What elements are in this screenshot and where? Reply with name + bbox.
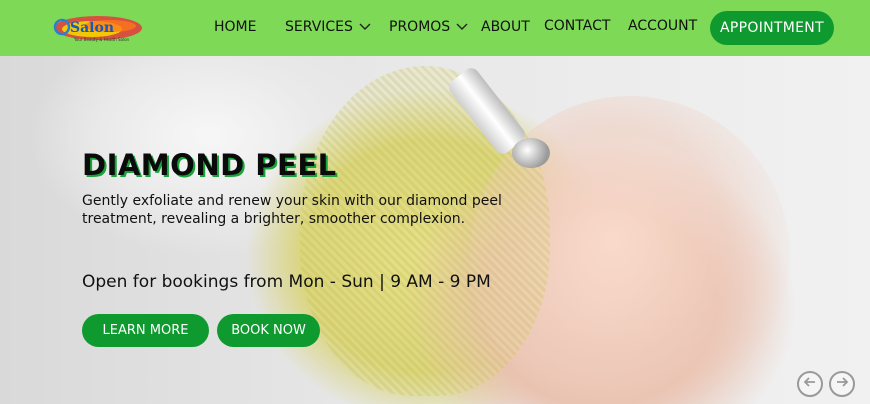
carousel-next-button[interactable]: [829, 371, 855, 397]
nav-contact[interactable]: CONTACT: [544, 18, 610, 34]
nav-home-label: HOME: [214, 19, 257, 35]
nav-account-label: ACCOUNT: [628, 18, 698, 34]
salon-logo[interactable]: Salon Your Beauty & Health Salon: [52, 12, 144, 46]
logo-tagline: Your Beauty & Health Salon: [73, 37, 130, 42]
carousel-prev-button[interactable]: [797, 371, 823, 397]
top-navbar: Salon Your Beauty & Health Salon HOME SE…: [0, 0, 870, 56]
arrow-left-icon: [803, 375, 817, 393]
logo-text: Salon: [70, 20, 114, 36]
nav-promos-label: PROMOS: [389, 19, 451, 35]
nav-home[interactable]: HOME: [214, 19, 256, 35]
chevron-down-icon: [359, 19, 371, 35]
nav-about[interactable]: ABOUT: [481, 19, 530, 35]
hero-title: DIAMOND PEEL: [82, 148, 337, 182]
booking-hours: Open for bookings from Mon - Sun | 9 AM …: [82, 272, 491, 292]
nav-services[interactable]: SERVICES: [285, 19, 371, 35]
nav-promos[interactable]: PROMOS: [389, 19, 468, 35]
learn-more-button[interactable]: LEARN MORE: [82, 314, 209, 347]
hero-photo-peel-tool-head: [512, 138, 550, 168]
appointment-button[interactable]: APPOINTMENT: [710, 11, 834, 45]
nav-account[interactable]: ACCOUNT: [628, 18, 697, 34]
nav-services-label: SERVICES: [285, 19, 353, 35]
arrow-right-icon: [835, 375, 849, 393]
nav-contact-label: CONTACT: [544, 18, 611, 34]
nav-about-label: ABOUT: [481, 19, 530, 35]
book-now-button[interactable]: BOOK NOW: [217, 314, 320, 347]
hero-description: Gently exfoliate and renew your skin wit…: [82, 193, 502, 227]
chevron-down-icon: [456, 19, 468, 35]
logo-graphic: Salon Your Beauty & Health Salon: [53, 16, 142, 42]
hero-banner: DIAMOND PEEL Gently exfoliate and renew …: [0, 56, 870, 404]
